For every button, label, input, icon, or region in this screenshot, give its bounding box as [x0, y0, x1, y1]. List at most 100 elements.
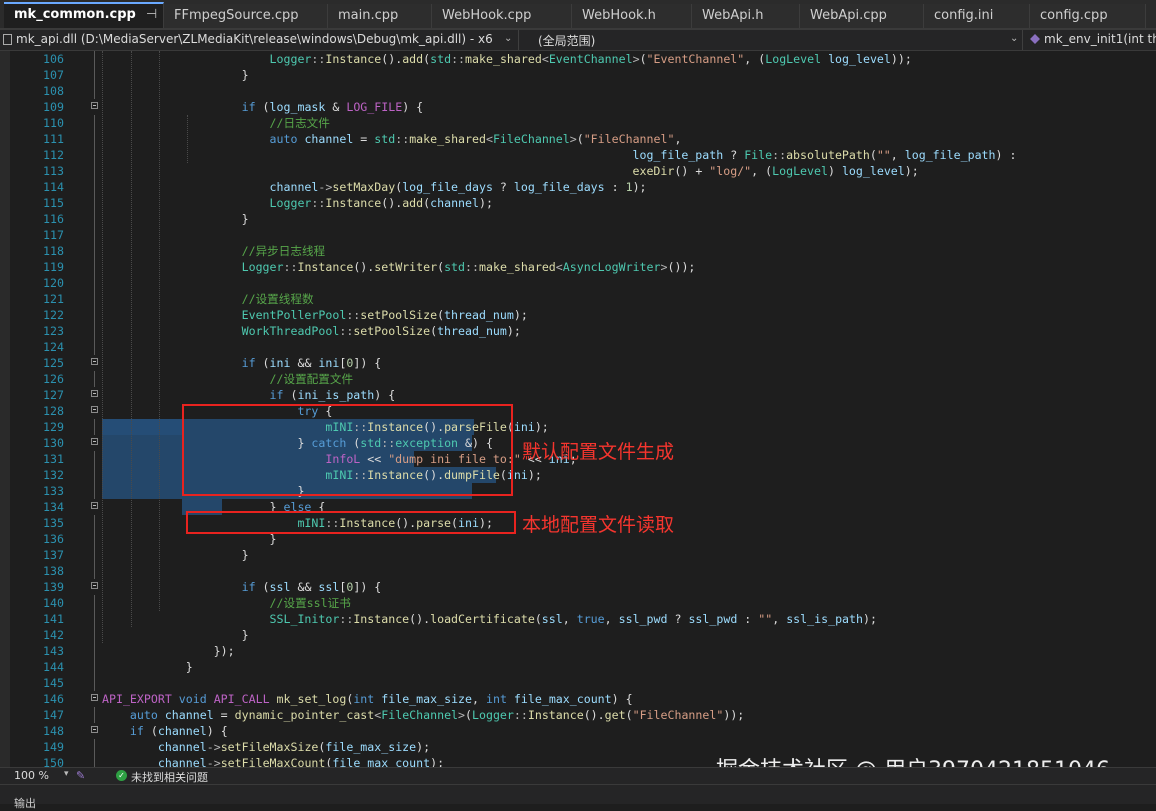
fold-toggle-icon[interactable]	[91, 582, 98, 589]
fold-toggle-icon[interactable]	[91, 694, 98, 701]
code-line[interactable]: 124	[10, 339, 1156, 355]
code-token: ssl	[269, 580, 291, 594]
code-line[interactable]: 147 auto channel = dynamic_pointer_cast<…	[10, 707, 1156, 723]
line-number: 144	[43, 660, 64, 674]
code-token: ));	[723, 708, 745, 722]
chevron-down-icon[interactable]: ⌄	[504, 33, 512, 44]
tab-mk-common-cpp[interactable]: mk_common.cpp⊣✕	[4, 2, 164, 28]
fold-guide	[94, 323, 95, 339]
line-number: 142	[43, 628, 64, 642]
code-line[interactable]: 127 if (ini_is_path) {	[10, 387, 1156, 403]
code-token: (	[576, 132, 584, 146]
code-line[interactable]: 145	[10, 675, 1156, 691]
fold-toggle-icon[interactable]	[91, 358, 98, 365]
code-line[interactable]: 111 auto channel = std::make_shared<File…	[10, 131, 1156, 147]
fold-toggle-icon[interactable]	[91, 438, 98, 445]
line-number: 112	[43, 148, 64, 162]
line-number: 118	[43, 244, 64, 258]
code-token: );	[430, 756, 445, 767]
code-token: //设置ssl证书	[269, 596, 351, 610]
scope-dropdown[interactable]: (全局范围)	[538, 32, 595, 49]
code-line[interactable]: 137 }	[10, 547, 1156, 563]
code-token: log_level	[828, 52, 891, 66]
code-line[interactable]: 113 exeDir() + "log/", (LogLevel) log_le…	[10, 163, 1156, 179]
code-token: );	[862, 612, 877, 626]
fold-toggle-icon[interactable]	[91, 406, 98, 413]
code-line[interactable]: 144 }	[10, 659, 1156, 675]
code-line[interactable]: 146 API_EXPORT void API_CALL mk_set_log(i…	[10, 691, 1156, 707]
code-line[interactable]: 140 //设置ssl证书	[10, 595, 1156, 611]
code-token: ) {	[402, 100, 424, 114]
code-line[interactable]: 139 if (ssl && ssl[0]) {	[10, 579, 1156, 595]
code-token: Logger	[472, 708, 514, 722]
fold-toggle-icon[interactable]	[91, 726, 98, 733]
code-token: if	[241, 100, 256, 114]
code-line[interactable]: 120	[10, 275, 1156, 291]
tab-webhook-h[interactable]: WebHook.h	[572, 4, 692, 28]
tab-ffmpegsource-cpp[interactable]: FFmpegSource.cpp	[164, 4, 328, 28]
tab-webapi-cpp[interactable]: WebApi.cpp	[800, 4, 924, 28]
code-text: if (log_mask & LOG_FILE) {	[102, 99, 424, 115]
fold-toggle-icon[interactable]	[91, 102, 98, 109]
issues-status[interactable]: 未找到相关问题	[131, 769, 208, 785]
line-number: 131	[43, 452, 64, 466]
editor-tab-bar: mk_common.cpp⊣✕ FFmpegSource.cpp main.cp…	[0, 0, 1156, 30]
code-line[interactable]: 121 //设置线程数	[10, 291, 1156, 307]
code-token: std	[430, 52, 452, 66]
fold-guide	[94, 83, 95, 99]
pen-icon[interactable]: ✎	[76, 769, 85, 782]
tab-webhook-cpp[interactable]: WebHook.cpp	[432, 4, 572, 28]
tab-main-cpp[interactable]: main.cpp	[328, 4, 432, 28]
code-token: thread_num	[444, 308, 514, 322]
code-line[interactable]: 115 Logger::Instance().add(channel);	[10, 195, 1156, 211]
code-line[interactable]: 126 //设置配置文件	[10, 371, 1156, 387]
code-token: File	[744, 148, 773, 162]
code-editor[interactable]: 106 Logger::Instance().add(std::make_sha…	[10, 51, 1156, 767]
code-line[interactable]: 123 WorkThreadPool::setPoolSize(thread_n…	[10, 323, 1156, 339]
member-dropdown[interactable]: mk_env_init1(int thre	[1044, 32, 1156, 46]
code-line[interactable]: 106 Logger::Instance().add (std::make_sha…	[10, 51, 1156, 67]
code-line[interactable]: 110 //日志文件	[10, 115, 1156, 131]
code-token: ().	[381, 196, 403, 210]
code-line[interactable]: 112 log_file_path ? File::absolutePath("…	[10, 147, 1156, 163]
code-line[interactable]: 117	[10, 227, 1156, 243]
tab-config-cpp[interactable]: config.cpp	[1030, 4, 1146, 28]
fold-toggle-icon[interactable]	[91, 390, 98, 397]
output-panel-title[interactable]: 输出	[14, 795, 36, 811]
code-line[interactable]: 116 }	[10, 211, 1156, 227]
code-line[interactable]: 148 if (channel) {	[10, 723, 1156, 739]
code-line[interactable]: 108	[10, 83, 1156, 99]
fold-guide	[94, 659, 95, 675]
code-line[interactable]: 118 //异步日志线程	[10, 243, 1156, 259]
code-token: ?	[492, 180, 514, 194]
code-line[interactable]: 138	[10, 563, 1156, 579]
fold-toggle-icon[interactable]	[91, 502, 98, 509]
code-line[interactable]: 107 }	[10, 67, 1156, 83]
code-line[interactable]: 114 channel->setMaxDay(log_file_days ? l…	[10, 179, 1156, 195]
chevron-down-icon[interactable]: ▾	[64, 769, 69, 779]
code-line[interactable]: 109 if (log_mask & LOG_FILE) {	[10, 99, 1156, 115]
code-line[interactable]: 143 });	[10, 643, 1156, 659]
code-line[interactable]: 119 Logger::Instance().setWriter(std::ma…	[10, 259, 1156, 275]
line-number: 140	[43, 596, 64, 610]
code-line[interactable]: 125 if (ini && ini[0]) {	[10, 355, 1156, 371]
tab-config-ini[interactable]: config.ini	[924, 4, 1030, 28]
code-line[interactable]: 142 }	[10, 627, 1156, 643]
code-token: }	[102, 548, 249, 562]
chevron-down-icon[interactable]: ⌄	[1010, 33, 1018, 44]
code-token: Instance	[353, 612, 410, 626]
project-dropdown[interactable]: mk_api.dll (D:\MediaServer\ZLMediaKit\re…	[16, 32, 493, 46]
code-line[interactable]: 141 SSL_Initor::Instance().loadCertifica…	[10, 611, 1156, 627]
tab-webapi-h[interactable]: WebApi.h	[692, 4, 800, 28]
code-token: ->	[206, 740, 221, 754]
zoom-level[interactable]: 100 %	[14, 769, 49, 782]
pin-icon[interactable]: ⊣	[146, 4, 157, 26]
code-line[interactable]: 122 EventPollerPool::setPoolSize(thread_…	[10, 307, 1156, 323]
code-token: mk_set_log	[276, 692, 347, 706]
